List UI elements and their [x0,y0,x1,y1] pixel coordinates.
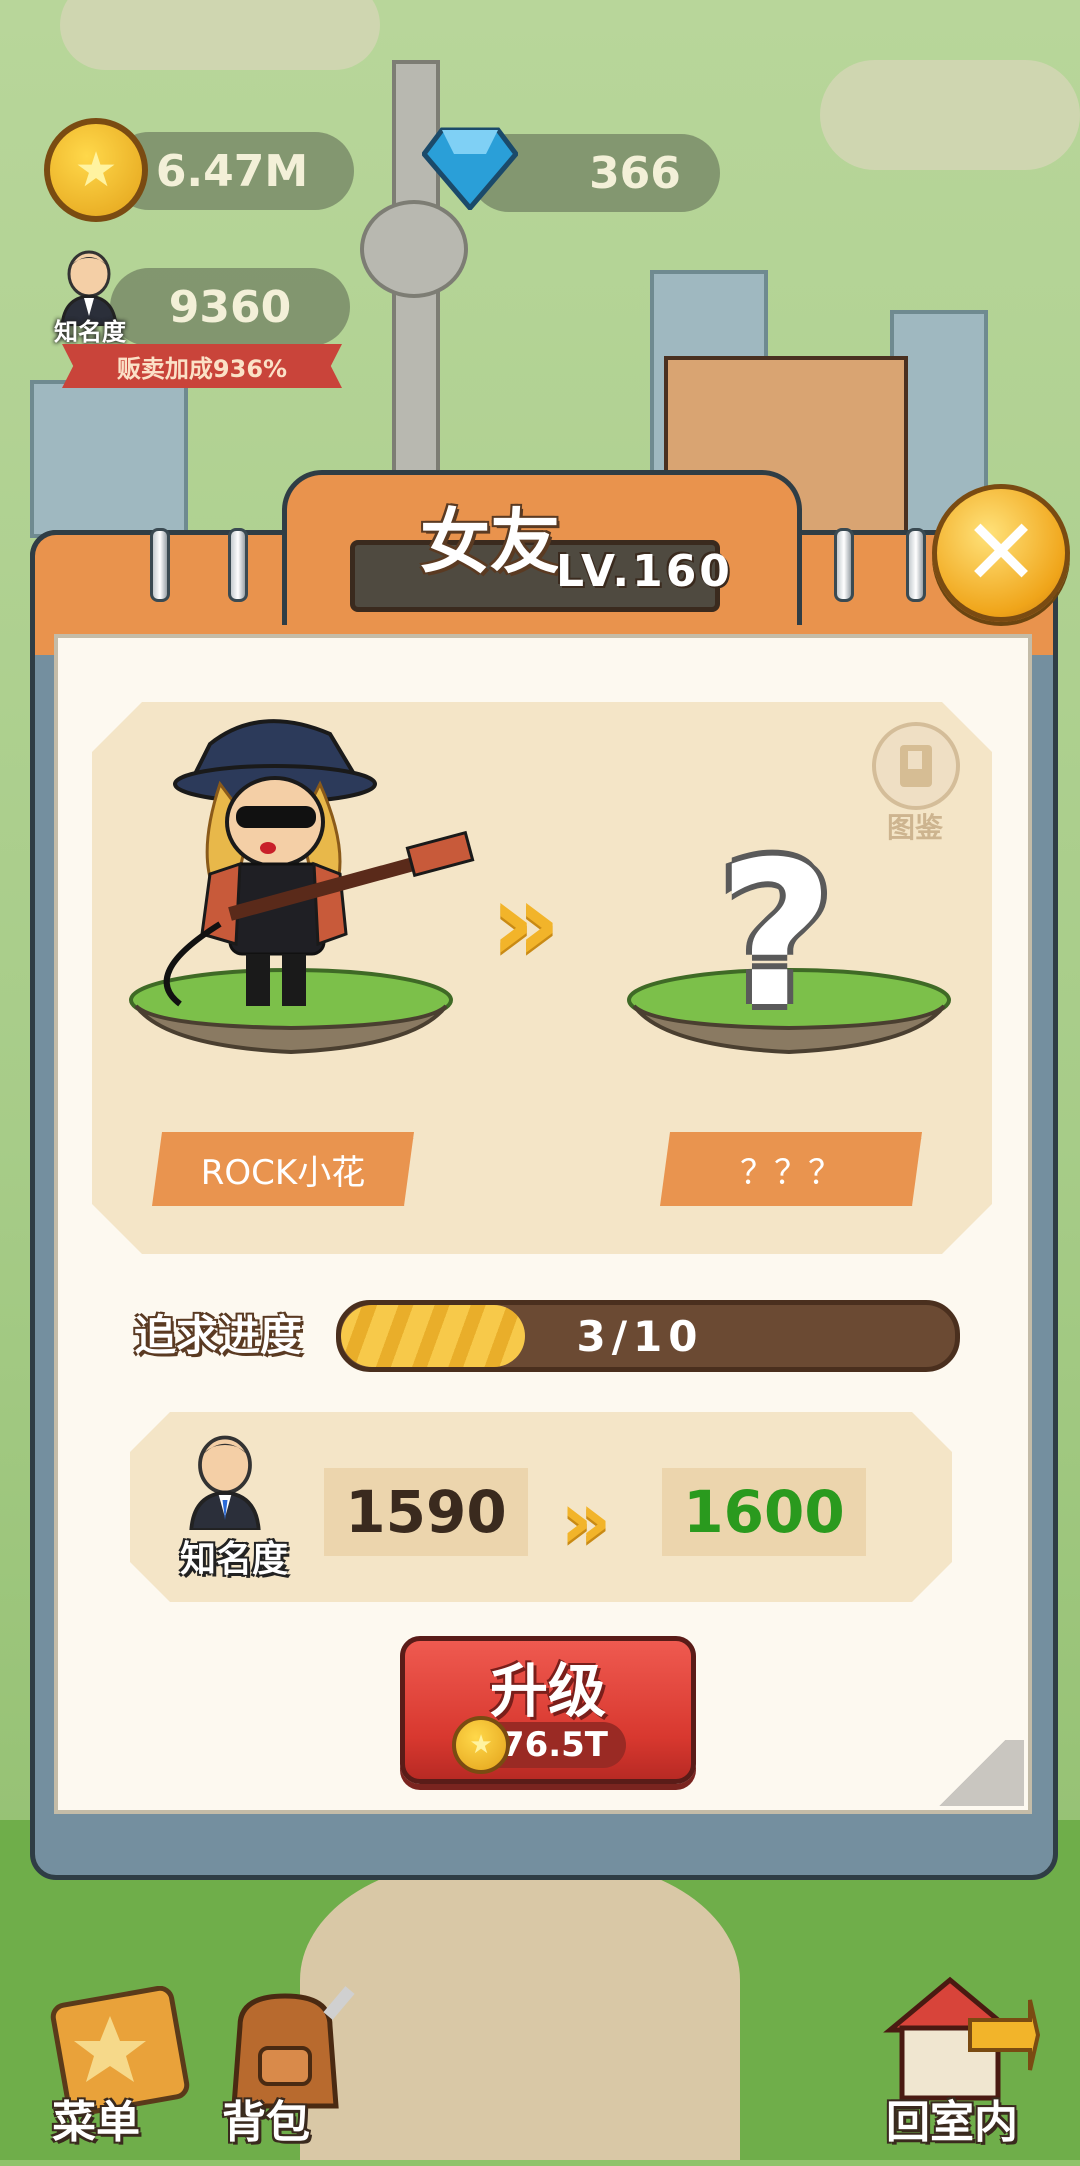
next-name-tag: ？？？ [660,1132,922,1206]
close-icon: ✕ [962,499,1040,606]
unknown-character-icon: ? [718,819,835,1052]
evolve-arrow-icon: » [490,858,561,986]
rock-girl-character [163,719,475,1007]
gem-amount: 366 [589,147,681,199]
fame-card-label: 知名度 [180,1539,289,1580]
cloud [60,0,380,70]
fame-counter: 9360 [110,268,350,346]
album-label: 图鉴 [886,811,943,844]
tv-tower-ball [360,200,468,298]
paper-fold-corner [920,1740,1024,1806]
binder-ring [150,528,170,602]
fame-current-box: 1590 [324,1468,528,1556]
businessman-avatar-icon [189,1435,261,1530]
album-button[interactable] [872,722,960,810]
binder-ring [834,528,854,602]
next-character-name: ？？？ [740,1152,842,1193]
fame-amount: 9360 [168,281,292,333]
book-icon [900,745,932,787]
level-text: LV.160 [556,546,733,597]
diamond-icon [422,127,518,210]
fame-next-box: 1600 [662,1468,866,1556]
current-name-tag: ROCK小花 [152,1132,414,1206]
coin-icon: ★ [44,118,148,222]
city-building [30,380,188,538]
home-label: 回室内 [886,2097,1018,2148]
fame-arrow-icon: » [560,1474,611,1567]
close-button[interactable]: ✕ [932,484,1070,622]
menu-label: 菜单 [52,2097,140,2148]
progress-label: 追求进度 [134,1311,303,1360]
coin-icon: ★ [452,1716,510,1774]
current-character-name: ROCK小花 [200,1152,366,1193]
binder-ring [906,528,926,602]
sales-bonus-banner: 贩卖加成936% [62,344,342,388]
upgrade-cost-value: 76.5T [500,1725,608,1765]
fame-next-value: 1600 [683,1478,845,1546]
coin-amount: 6.47M [155,145,309,197]
bag-label: 背包 [222,2097,310,2148]
binder-ring [228,528,248,602]
fame-label: 知名度 [54,318,126,346]
fame-current-value: 1590 [345,1478,507,1546]
cloud [820,60,1080,170]
upgrade-label: 升级 [489,1657,606,1725]
progress-text: 3/10 [576,1311,704,1361]
